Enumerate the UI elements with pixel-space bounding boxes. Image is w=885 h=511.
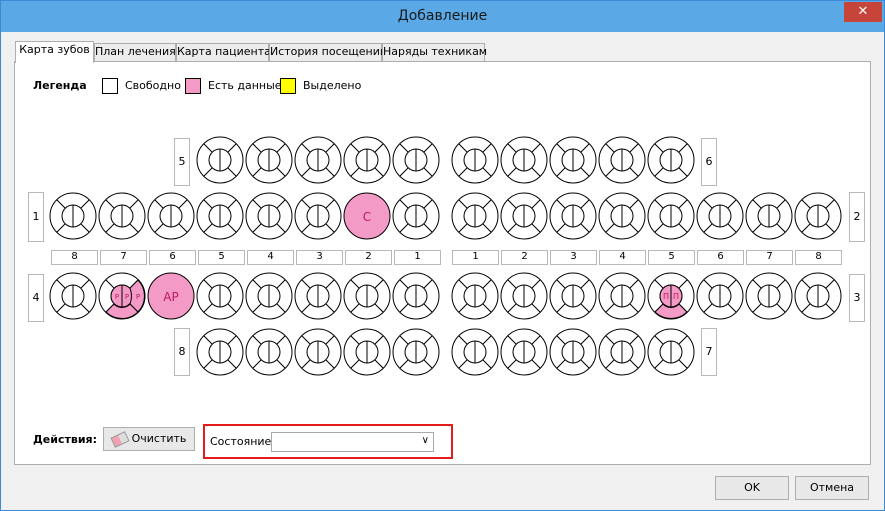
tooth[interactable] [392, 192, 440, 240]
tooth[interactable] [49, 192, 97, 240]
tab-visit-history[interactable]: История посещений [269, 43, 387, 61]
window-title: Добавление [397, 8, 488, 24]
tooth[interactable] [343, 136, 391, 184]
tooth[interactable] [745, 272, 793, 320]
tooth[interactable] [245, 272, 293, 320]
tooth[interactable] [647, 328, 695, 376]
title-bar[interactable]: Добавление ✕ [1, 1, 884, 32]
tooth[interactable] [196, 192, 244, 240]
tooth-label: С [363, 210, 371, 224]
tab-label: Карта пациента [177, 45, 271, 58]
close-button[interactable]: ✕ [844, 2, 882, 22]
tooth[interactable] [196, 328, 244, 376]
eraser-icon [110, 430, 130, 448]
tooth[interactable] [245, 192, 293, 240]
tooth[interactable] [392, 328, 440, 376]
tooth[interactable] [392, 272, 440, 320]
tab-label: Наряды техникам [383, 45, 488, 58]
tooth[interactable] [294, 136, 342, 184]
tooth[interactable] [451, 136, 499, 184]
tooth[interactable] [598, 328, 646, 376]
tooth-label: П [673, 292, 679, 301]
tooth[interactable] [98, 192, 146, 240]
tooth[interactable] [549, 272, 597, 320]
tooth[interactable] [745, 192, 793, 240]
tooth[interactable] [549, 136, 597, 184]
tooth[interactable] [451, 272, 499, 320]
tooth[interactable] [294, 192, 342, 240]
tab-treatment-plan[interactable]: План лечения [94, 43, 176, 61]
tab-patient-card[interactable]: Карта пациента [176, 43, 271, 61]
tooth[interactable] [598, 136, 646, 184]
tooth-marked-p[interactable]: РРР [98, 272, 146, 320]
tooth[interactable] [696, 192, 744, 240]
tooth-marked-pp[interactable]: ПП [647, 272, 695, 320]
tooth[interactable] [549, 328, 597, 376]
tooth[interactable] [500, 136, 548, 184]
clear-button[interactable]: Очистить [103, 427, 195, 451]
tooth[interactable] [49, 272, 97, 320]
tooth[interactable] [500, 192, 548, 240]
tooth-marked-ap[interactable]: AP [147, 272, 195, 320]
tooth[interactable] [451, 192, 499, 240]
chevron-down-icon: ∨ [421, 435, 429, 446]
tooth[interactable] [294, 272, 342, 320]
tooth[interactable] [343, 272, 391, 320]
tooth-label: Р [115, 293, 119, 301]
cancel-button[interactable]: Отмена [795, 476, 869, 500]
state-label: Состояние [210, 435, 272, 448]
tab-label: Карта зубов [19, 43, 90, 56]
tooth[interactable] [794, 192, 842, 240]
ok-label: OK [744, 481, 760, 494]
clear-button-label: Очистить [131, 432, 187, 445]
tooth[interactable] [794, 272, 842, 320]
tooth[interactable] [647, 192, 695, 240]
tooth[interactable] [647, 136, 695, 184]
tooth-marked-c[interactable]: С [343, 192, 391, 240]
tooth[interactable] [196, 136, 244, 184]
close-icon: ✕ [857, 4, 869, 19]
tooth-label: П [663, 292, 669, 301]
tooth[interactable] [245, 328, 293, 376]
tooth[interactable] [196, 272, 244, 320]
cancel-label: Отмена [809, 481, 855, 494]
tooth[interactable] [245, 136, 293, 184]
tooth[interactable] [598, 192, 646, 240]
tooth[interactable] [598, 272, 646, 320]
tooth[interactable] [500, 328, 548, 376]
tooth[interactable] [549, 192, 597, 240]
tooth[interactable] [696, 272, 744, 320]
tooth[interactable] [500, 272, 548, 320]
tooth-label: AP [163, 290, 178, 304]
tooth[interactable] [392, 136, 440, 184]
state-highlight-box: Состояние ∨ [203, 424, 453, 459]
tooth-label: Р [125, 293, 129, 301]
tooth[interactable] [451, 328, 499, 376]
teeth-map-panel: Легенда Свободно Есть данные Выделено 5 … [14, 61, 871, 465]
actions-label: Действия: [33, 433, 97, 446]
tab-label: История посещений [270, 45, 388, 58]
tab-technician-orders[interactable]: Наряды техникам [382, 43, 488, 61]
tooth[interactable] [147, 192, 195, 240]
tab-teeth-map[interactable]: Карта зубов [15, 41, 94, 63]
ok-button[interactable]: OK [715, 476, 789, 500]
tooth[interactable] [294, 328, 342, 376]
dialog-window: Добавление ✕ Карта зубов План лечения Ка… [0, 0, 885, 511]
tab-label: План лечения [95, 45, 176, 58]
teeth-chart: СР Р Р AP П П [49, 136, 842, 376]
tooth[interactable] [343, 328, 391, 376]
tooth-label: Р [136, 293, 140, 301]
state-select[interactable]: ∨ [271, 432, 434, 452]
